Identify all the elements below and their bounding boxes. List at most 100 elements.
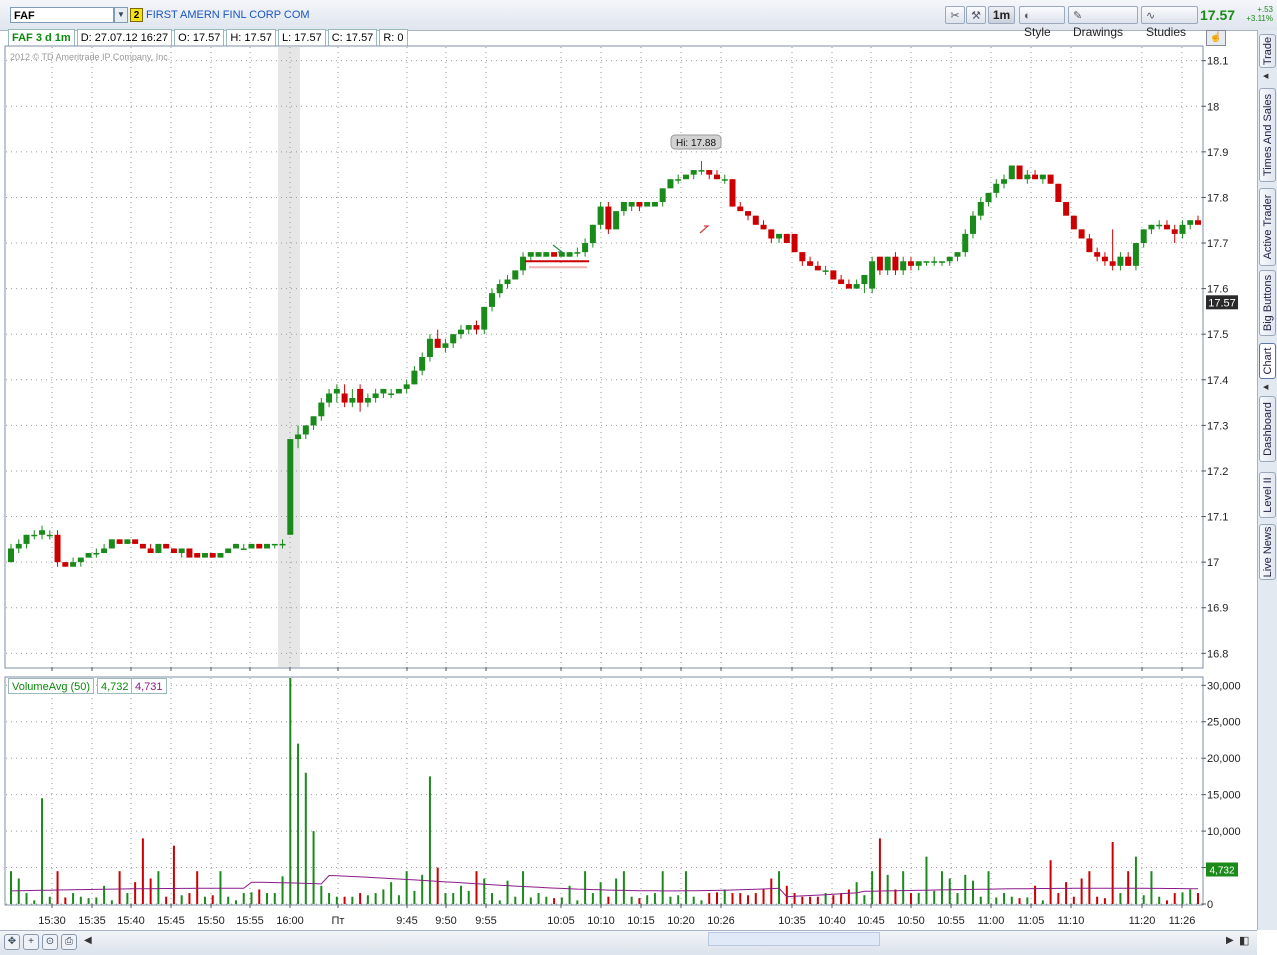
expand-icon[interactable]: ◧ xyxy=(1239,934,1249,947)
candle-body xyxy=(194,553,201,558)
candle-body xyxy=(675,179,682,181)
wrench-icon[interactable]: ⚒ xyxy=(966,6,986,24)
studies-icon: ∿ xyxy=(1146,10,1156,22)
candle-body xyxy=(457,329,464,335)
time-label: 11:20 xyxy=(1129,915,1156,927)
candle-body xyxy=(869,261,876,289)
candle-body xyxy=(543,252,550,257)
scroll-left-icon[interactable]: ◀ xyxy=(84,935,92,946)
candle-body xyxy=(597,206,604,225)
volume-value: 4,732 xyxy=(97,678,133,694)
tab-live-news[interactable]: Live News xyxy=(1259,524,1276,580)
tab-trade[interactable]: Trade xyxy=(1259,34,1276,68)
print-icon[interactable]: ⎙ xyxy=(61,934,77,950)
candle-body xyxy=(450,334,457,344)
candle-body xyxy=(256,543,263,549)
price-tick-label: 17.2 xyxy=(1207,466,1228,478)
time-label: 9:50 xyxy=(435,915,456,927)
price-tick-label: 16.8 xyxy=(1207,648,1228,660)
candle-body xyxy=(946,256,953,262)
volume-study-label[interactable]: VolumeAvg (50) xyxy=(8,678,95,694)
volume-tick-label: 0 xyxy=(1207,899,1213,911)
symbol-input[interactable]: FAF xyxy=(10,7,114,23)
candle-body xyxy=(124,539,131,544)
horizontal-scrollbar-thumb[interactable] xyxy=(708,932,880,946)
drawings-button[interactable]: ✎ Drawings xyxy=(1068,6,1138,39)
candle-body xyxy=(225,548,232,554)
volume-tick-label: 10,000 xyxy=(1207,826,1241,838)
tab-active-trader[interactable]: Active Trader xyxy=(1259,188,1276,266)
candle-body xyxy=(77,557,84,563)
candle-body xyxy=(900,261,907,271)
candle-body xyxy=(1125,256,1132,266)
candle-body xyxy=(380,388,387,394)
style-button[interactable]: ◐ Style xyxy=(1019,6,1065,39)
candle-body xyxy=(426,338,433,357)
candle-body xyxy=(232,543,239,549)
candle-body xyxy=(1008,165,1015,180)
tab-chart[interactable]: Chart xyxy=(1259,343,1276,379)
candle-body xyxy=(923,261,930,263)
studies-button[interactable]: ∿ Studies xyxy=(1141,6,1198,39)
candle-body xyxy=(768,229,775,239)
candle-body xyxy=(566,252,573,257)
price-chart[interactable]: 18.1 18 17.9 17.8 17.7 17.6 17.5 17.4 17.3 17.2 17… xyxy=(0,30,1257,930)
time-label: 16:00 xyxy=(276,915,304,927)
candle-body xyxy=(264,543,271,549)
candle-body xyxy=(698,170,705,172)
time-label: 15:45 xyxy=(157,915,185,927)
candle-body xyxy=(907,261,914,266)
candle-body xyxy=(644,202,651,207)
tab-times-and-sales[interactable]: Times And Sales xyxy=(1259,88,1276,182)
candle-body xyxy=(442,343,449,348)
candle-body xyxy=(473,325,480,330)
candle-body xyxy=(411,370,418,385)
price-panel xyxy=(4,45,1204,669)
collapse-arrow-icon[interactable]: ◀ xyxy=(1263,72,1268,80)
candle-body xyxy=(1195,220,1201,225)
time-label: 10:50 xyxy=(897,915,925,927)
volume-marker-label: 4,732 xyxy=(1209,866,1234,877)
candle-body xyxy=(62,562,69,567)
candle-body xyxy=(791,233,798,253)
candle-body xyxy=(938,261,945,263)
candle-body xyxy=(395,388,402,394)
tab-level-ii[interactable]: Level II xyxy=(1259,472,1276,518)
tab-big-buttons[interactable]: Big Buttons xyxy=(1259,270,1276,336)
volume-tick-label: 25,000 xyxy=(1207,717,1241,729)
price-tick-label: 17.9 xyxy=(1207,147,1228,159)
candle-body xyxy=(1094,252,1101,257)
candle-body xyxy=(132,539,139,544)
time-label: 11:26 xyxy=(1169,915,1196,927)
candle-body xyxy=(209,553,216,558)
candle-body xyxy=(240,548,247,550)
symbol-dropdown-icon[interactable]: ▼ xyxy=(114,7,128,23)
chart-bottom-bar: ✥ + ⊙ ⎙ ◀ ▶ ◧ xyxy=(0,930,1257,955)
collapse-arrow-icon-2[interactable]: ◀ xyxy=(1263,383,1268,391)
aggregation-button[interactable]: 1m xyxy=(988,6,1015,24)
price-tick-label: 17.3 xyxy=(1207,420,1228,432)
change-pct: +3.11% xyxy=(1246,14,1273,23)
candle-body xyxy=(186,548,193,558)
style-icon: ◐ xyxy=(1024,10,1031,22)
candle-body xyxy=(434,338,441,348)
candle-body xyxy=(349,398,356,403)
time-label: 11:05 xyxy=(1018,915,1045,927)
tab-dashboard[interactable]: Dashboard xyxy=(1259,396,1276,462)
time-label: 10:45 xyxy=(857,915,885,927)
candle-body xyxy=(248,543,255,549)
candle-body xyxy=(659,188,666,202)
candle-body xyxy=(419,357,426,371)
candle-body xyxy=(403,384,410,389)
candle-body xyxy=(1063,202,1070,216)
symbol-link-badge[interactable]: 2 xyxy=(130,8,143,22)
candle-body xyxy=(830,270,837,280)
scroll-right-icon[interactable]: ▶ xyxy=(1226,935,1234,946)
zoom-fit-icon[interactable]: ⊙ xyxy=(42,934,58,950)
time-label: Пт xyxy=(332,915,345,927)
zoom-in-icon[interactable]: + xyxy=(23,934,39,950)
candle-body xyxy=(372,393,379,399)
chart-settings-icon[interactable]: ✂ xyxy=(945,6,965,24)
candle-body xyxy=(760,224,767,230)
pan-icon[interactable]: ✥ xyxy=(4,934,20,950)
